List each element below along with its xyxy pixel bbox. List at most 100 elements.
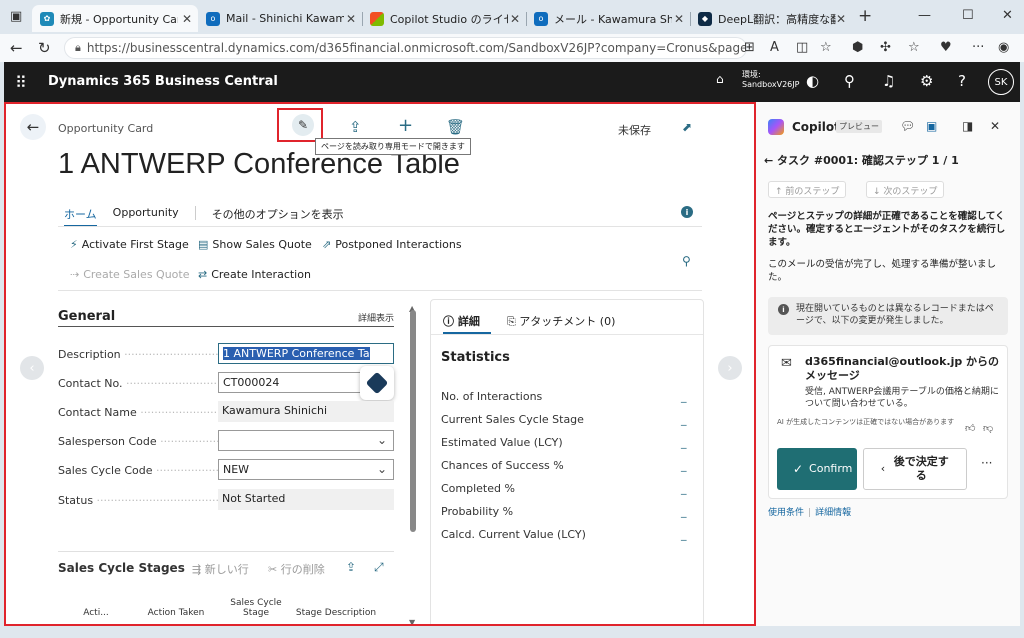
share-icon[interactable]: ⇪ — [349, 118, 362, 136]
confirm-button[interactable]: ✓ Confirm — [777, 448, 857, 490]
url-field[interactable]: 🔒︎ https://businesscentral.dynamics.com/… — [64, 37, 747, 59]
app-available-icon[interactable]: ⊞ — [744, 40, 755, 55]
favorites-icon[interactable]: ☆ — [908, 40, 920, 55]
browser-tab-copilot-studio[interactable]: Copilot Studio のライセンス - ✕ — [362, 5, 526, 32]
copilot-sidebar-icon[interactable]: ◉ — [998, 40, 1009, 55]
close-window-icon[interactable]: ✕ — [1002, 8, 1013, 23]
back-icon[interactable]: ← — [10, 39, 23, 57]
tab-details[interactable]: ⓘ 詳細 — [443, 313, 480, 329]
description-field[interactable]: 1 ANTWERP Conference Ta — [218, 343, 394, 364]
delete-trash-icon[interactable]: 🗑︎ — [446, 118, 465, 136]
app-launcher-icon[interactable]: ⠿ — [15, 73, 27, 92]
share-icon[interactable]: ⇪ — [346, 560, 356, 574]
previous-step-button[interactable]: ↑ 前のステップ — [768, 181, 847, 198]
expand-icon[interactable]: ⤢ — [374, 560, 384, 575]
window-bottom-frame — [0, 626, 1024, 638]
stat-value[interactable]: _ — [681, 413, 687, 426]
details-link[interactable]: 詳細情報 — [815, 508, 851, 518]
decide-later-button[interactable]: ‹ 後で決定する — [863, 448, 967, 490]
tab-more-options[interactable]: その他のオプションを表示 — [212, 206, 344, 227]
tab-attachments[interactable]: ⎘ アタッチメント (0) — [507, 313, 615, 329]
browser-tab-deepl[interactable]: ◆ DeepL翻訳：高精度な翻訳 ✕ — [690, 5, 852, 32]
column-header-stage-description[interactable]: Stage Description — [290, 608, 382, 618]
open-new-window-icon[interactable]: ⬈ — [682, 120, 692, 134]
create-sales-quote-button[interactable]: ⇢ Create Sales Quote — [70, 268, 189, 281]
stat-value[interactable]: _ — [681, 505, 687, 518]
scroll-down-icon[interactable]: ▼ — [409, 618, 415, 624]
close-tab-icon[interactable]: ✕ — [346, 12, 356, 26]
minimize-icon[interactable]: — — [918, 8, 931, 23]
column-header-activity[interactable]: Acti... — [66, 608, 126, 618]
new-tab-button[interactable]: + — [858, 6, 872, 26]
copilot-browser-icon[interactable]: ♥ — [940, 40, 952, 55]
back-arrow-icon[interactable]: ← — [764, 154, 777, 167]
refresh-icon[interactable]: ↻ — [38, 39, 51, 57]
browser-tab-opportunity-card[interactable]: ✿ 新規 - Opportunity Card ✕ — [32, 5, 198, 32]
thumbs-down-icon[interactable]: 👎︎ — [983, 422, 993, 434]
new-line-button[interactable]: ⇶ 新しい行 — [192, 561, 249, 577]
stat-label: Estimated Value (LCY) — [441, 436, 563, 449]
previous-record-button[interactable]: ‹ — [20, 356, 44, 380]
puzzle-icon[interactable]: ✣ — [880, 40, 891, 55]
close-tab-icon[interactable]: ✕ — [182, 12, 192, 26]
stat-value[interactable]: _ — [681, 459, 687, 472]
pin-icon[interactable]: ⚲ — [682, 254, 691, 268]
environment-indicator[interactable]: ⌂ 環境: SandboxV26JP — [716, 70, 799, 90]
activate-first-stage-button[interactable]: ⚡︎ Activate First Stage — [70, 238, 189, 251]
close-tab-icon[interactable]: ✕ — [674, 12, 684, 26]
tab-actions-icon[interactable]: ▣ — [10, 9, 22, 24]
next-record-button[interactable]: › — [718, 356, 742, 380]
thumbs-up-icon[interactable]: 👍︎ — [965, 422, 975, 434]
postponed-interactions-button[interactable]: ⇗ Postponed Interactions — [322, 238, 462, 251]
close-icon[interactable]: ✕ — [990, 119, 1000, 133]
next-step-button[interactable]: ↓ 次のステップ — [866, 181, 945, 198]
show-more-link[interactable]: 詳細表示 — [358, 311, 394, 324]
column-header-sales-cycle-stage[interactable]: Sales Cycle Stage — [226, 598, 286, 618]
chat-icon[interactable]: 💬︎ — [900, 119, 915, 133]
task-icon[interactable]: ▣ — [926, 119, 937, 133]
terms-link[interactable]: 使用条件 — [768, 508, 804, 518]
avatar[interactable]: SK — [988, 69, 1014, 95]
browser-tab-mail[interactable]: o Mail - Shinichi Kawamura - ✕ — [198, 5, 362, 32]
content-scrollbar[interactable] — [410, 310, 416, 532]
sales-cycle-stages-title[interactable]: Sales Cycle Stages — [58, 561, 185, 575]
favorite-star-icon[interactable]: ☆ — [820, 40, 832, 55]
search-icon[interactable]: ⚲ — [844, 72, 855, 90]
close-tab-icon[interactable]: ✕ — [836, 12, 846, 26]
lookup-assist-icon[interactable] — [360, 366, 394, 400]
tab-title: Mail - Shinichi Kawamura - — [226, 12, 344, 25]
more-options-icon[interactable]: ··· — [981, 456, 992, 470]
delete-line-button[interactable]: ✂ 行の削除 — [268, 561, 325, 577]
create-interaction-button[interactable]: ⇄ Create Interaction — [198, 268, 311, 281]
add-new-icon[interactable]: + — [398, 115, 413, 136]
column-header-action-taken[interactable]: Action Taken — [140, 608, 212, 618]
info-icon[interactable]: i — [681, 206, 693, 218]
sales-cycle-code-select[interactable]: NEW ⌄ — [218, 459, 394, 480]
close-tab-icon[interactable]: ✕ — [510, 12, 520, 26]
back-button[interactable]: ← — [20, 114, 46, 140]
browser-tab-mail-2[interactable]: o メール - Kawamura Shinichi - ✕ — [526, 5, 690, 32]
stat-value[interactable]: _ — [681, 390, 687, 403]
salesperson-code-label: Salesperson Code — [58, 435, 218, 448]
show-sales-quote-button[interactable]: ▤ Show Sales Quote — [198, 238, 312, 251]
info-icon: i — [778, 304, 789, 315]
general-section-title[interactable]: General — [58, 309, 115, 324]
salesperson-code-select[interactable]: ⌄ — [218, 430, 394, 451]
tab-opportunity[interactable]: Opportunity — [113, 206, 179, 227]
notification-bell-icon[interactable]: ♫ — [882, 72, 895, 90]
stat-value[interactable]: _ — [681, 482, 687, 495]
stat-value[interactable]: _ — [681, 528, 687, 541]
read-aloud-icon[interactable]: A — [770, 40, 779, 55]
tab-home[interactable]: ホーム — [64, 206, 97, 227]
dock-pane-icon[interactable]: ◨ — [962, 119, 973, 133]
split-screen-icon[interactable]: ◫ — [796, 40, 808, 55]
settings-gear-icon[interactable]: ⚙ — [920, 72, 933, 90]
stat-value[interactable]: _ — [681, 436, 687, 449]
maximize-icon[interactable]: ☐ — [962, 8, 974, 23]
copilot-header-icon[interactable]: ◐ — [806, 72, 819, 90]
page-caption: Opportunity Card — [58, 122, 154, 135]
edit-pencil-icon[interactable]: ✎ — [292, 114, 314, 136]
more-menu-icon[interactable]: ··· — [972, 40, 984, 55]
help-icon[interactable]: ? — [958, 72, 966, 90]
extension-icon[interactable]: ⬢ — [852, 40, 863, 55]
